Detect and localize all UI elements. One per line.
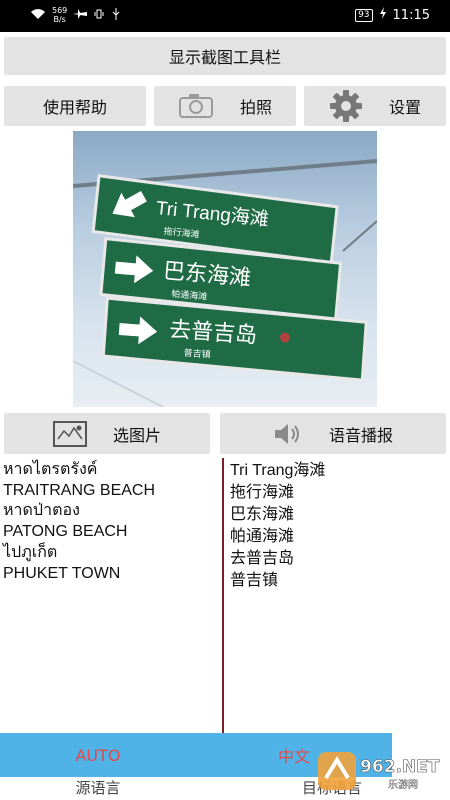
network-speed: 569 B/s — [52, 6, 67, 24]
gear-icon — [329, 89, 363, 123]
translated-line: 普吉镇 — [230, 572, 279, 589]
show-toolbar-label: 显示截图工具栏 — [168, 48, 281, 67]
translated-line: 去普吉岛 — [230, 550, 295, 567]
wifi-icon — [30, 8, 46, 23]
take-photo-button[interactable]: 拍照 — [154, 86, 296, 126]
airplane-icon — [73, 8, 88, 23]
translated-line: 拖行海滩 — [230, 484, 295, 501]
translated-line: 帕通海滩 — [230, 528, 295, 545]
status-left: 569 B/s — [30, 6, 121, 24]
source-language-value: AUTO — [75, 745, 121, 765]
speaker-icon — [273, 421, 303, 447]
pick-image-button[interactable]: 选图片 — [4, 413, 210, 454]
target-language-value: 中文 — [277, 747, 310, 766]
source-text-panel[interactable]: หาดไตรตรังค์ TRAITRANG BEACH หาดป่าตอง P… — [3, 460, 218, 584]
status-bar: 569 B/s 93 11:15 — [0, 0, 450, 32]
camera-icon — [178, 93, 214, 119]
pick-image-label: 选图片 — [112, 425, 161, 445]
translated-line: 巴东海滩 — [230, 506, 295, 523]
watermark-text: 962.NET — [360, 757, 440, 777]
cable — [342, 220, 377, 252]
usb-icon — [111, 7, 121, 23]
translated-line: Tri Trang海滩 — [230, 462, 326, 479]
settings-label: 设置 — [388, 98, 421, 117]
settings-button[interactable]: 设置 — [304, 86, 446, 126]
speak-button[interactable]: 语音播报 — [220, 413, 446, 454]
take-photo-label: 拍照 — [239, 98, 272, 117]
network-speed-value: 569 — [52, 6, 68, 15]
show-toolbar-button[interactable]: 显示截图工具栏 — [4, 37, 446, 75]
road-signs-image: Tri Trang海滩 拖行海滩 巴东海滩 帕通海滩 去普吉岛 普吉镇 — [73, 159, 377, 407]
source-line: TRAITRANG BEACH — [3, 481, 156, 499]
speak-label: 语音播报 — [328, 425, 393, 445]
source-language-caption: 源语言 — [75, 779, 121, 797]
panel-divider — [222, 458, 224, 733]
source-line: PATONG BEACH — [3, 523, 128, 541]
translation-panel[interactable]: Tri Trang海滩 拖行海滩 巴东海滩 帕通海滩 去普吉岛 普吉镇 — [230, 460, 440, 592]
charging-icon — [379, 7, 387, 23]
image-icon — [52, 420, 87, 447]
cable — [73, 360, 164, 407]
source-line: PHUKET TOWN — [3, 564, 121, 582]
network-speed-unit: B/s — [53, 15, 66, 24]
source-line: หาดไตรตรังค์ — [3, 461, 98, 478]
source-line: หาดป่าตอง — [3, 502, 80, 520]
status-right: 93 11:15 — [355, 7, 430, 23]
source-language-selector[interactable]: AUTO — [0, 733, 196, 777]
captured-photo[interactable]: Tri Trang海滩 拖行海滩 巴东海滩 帕通海滩 去普吉岛 普吉镇 — [73, 131, 377, 407]
clock: 11:15 — [392, 7, 430, 23]
battery-level: 93 — [355, 8, 373, 22]
source-line: ไปภูเก็ต — [3, 543, 58, 561]
site-watermark: 962.NET 乐游网 — [318, 748, 446, 794]
vibrate-icon — [93, 8, 105, 23]
help-label: 使用帮助 — [42, 98, 107, 117]
watermark-sub: 乐游网 — [388, 778, 418, 791]
help-button[interactable]: 使用帮助 — [4, 86, 146, 126]
